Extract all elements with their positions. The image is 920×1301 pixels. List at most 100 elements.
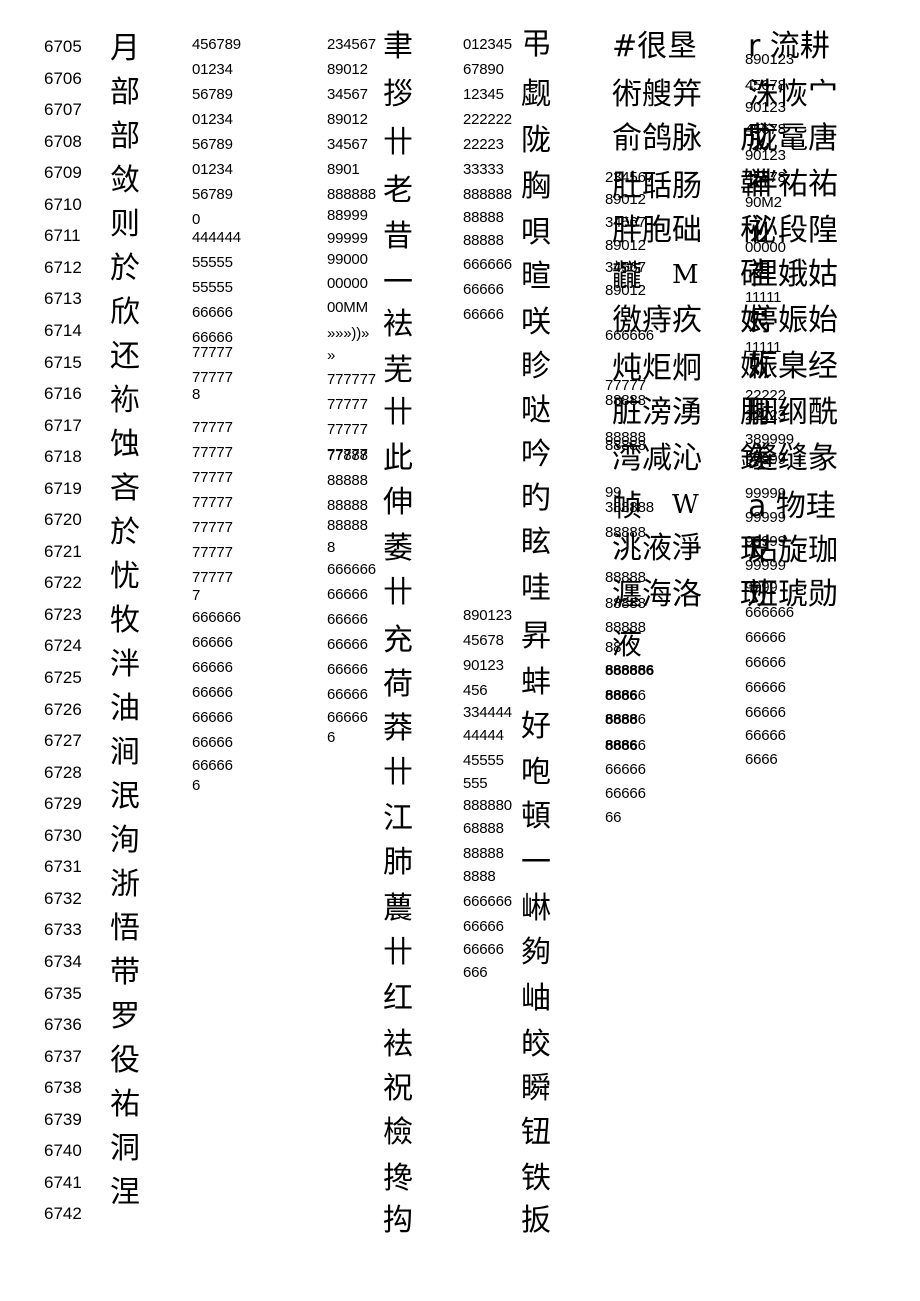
cjk-glyph: 胴	[740, 395, 770, 430]
digit-run: 00000	[327, 275, 368, 292]
digit-run: 666	[463, 964, 488, 981]
cjk-glyph: 红	[383, 981, 413, 1016]
cjk-glyph: 抅	[383, 1203, 413, 1238]
cjk-glyph: 卄	[383, 935, 413, 970]
digit-run: 456	[463, 682, 488, 699]
digit-run: 66666	[745, 679, 786, 696]
digit-run: 666666	[327, 561, 376, 578]
cjk-glyph: 伸	[383, 485, 413, 520]
digit-run: 01234	[192, 161, 233, 178]
digit-run: 88999	[327, 207, 368, 224]
digit-run: 77777	[192, 344, 233, 361]
digit-run: 66666	[327, 586, 368, 603]
cjk-glyph: a 物珪	[748, 489, 836, 524]
cjk-glyph: 月	[110, 31, 140, 66]
cjk-glyph: 部	[110, 75, 140, 110]
cjk-glyph: 咲	[521, 305, 551, 340]
digit-run: 99999	[327, 230, 368, 247]
cjk-glyph: 斑	[740, 577, 770, 612]
digit-run: 77888	[327, 447, 368, 464]
line-number: 6726	[44, 699, 82, 719]
cjk-glyph: 江	[383, 801, 413, 836]
digit-run: 66666	[463, 941, 504, 958]
digit-run: 222222	[463, 111, 512, 128]
digit-run: 8	[327, 539, 336, 556]
cjk-glyph: 脏滂湧	[612, 395, 702, 430]
cjk-glyph: 龖	[612, 259, 642, 294]
cjk-glyph: 老	[383, 173, 413, 208]
latin-glyph: M	[672, 260, 699, 290]
line-number: 6722	[44, 573, 82, 593]
cjk-glyph: 吝	[110, 471, 140, 506]
digit-run: 45678	[463, 632, 504, 649]
digit-run: 6	[327, 729, 336, 746]
cjk-glyph: 胖胞础	[612, 213, 702, 248]
digit-run: 34567	[327, 86, 368, 103]
cjk-glyph: 忧	[110, 559, 140, 594]
cjk-glyph: 涅	[110, 1175, 140, 1210]
line-number: 6730	[44, 825, 82, 845]
digit-run: »»»))»	[327, 325, 370, 342]
digit-run: 77777	[192, 444, 233, 461]
line-number: 6736	[44, 1015, 82, 1035]
digit-run: 77777	[192, 569, 233, 586]
digit-run: 55555	[192, 279, 233, 296]
cjk-glyph: 於	[110, 251, 140, 286]
cjk-glyph: 洮液淨	[612, 531, 702, 566]
cjk-glyph: 袮	[110, 383, 140, 418]
line-number: 6729	[44, 794, 82, 814]
cjk-glyph: 胸	[521, 169, 551, 204]
cjk-glyph: 萎	[383, 531, 413, 566]
cjk-glyph: 徼痔疚	[612, 303, 702, 338]
digit-run: 22223	[463, 136, 504, 153]
digit-run: 77777	[192, 519, 233, 536]
digit-run: 66666	[463, 281, 504, 298]
cjk-glyph: 悟	[110, 911, 140, 946]
cjk-glyph: 唄	[521, 215, 551, 250]
line-number: 6717	[44, 415, 82, 435]
cjk-glyph: 芜	[383, 353, 413, 388]
line-number: 6732	[44, 888, 82, 908]
digit-run: 01234	[192, 61, 233, 78]
digit-run: 88888	[463, 845, 504, 862]
digit-run: 666666	[463, 893, 512, 910]
digit-run: 888888	[327, 186, 376, 203]
digit-run: 56789	[192, 136, 233, 153]
cjk-glyph: 此	[383, 441, 413, 476]
cjk-glyph: 袪	[383, 307, 413, 342]
digit-run: 8888	[463, 868, 496, 885]
cjk-glyph: 陇	[521, 123, 551, 158]
line-number: 6705	[44, 37, 82, 56]
cjk-glyph: 一	[521, 845, 551, 880]
cjk-glyph: 觑	[521, 77, 551, 112]
cjk-glyph: 部	[110, 119, 140, 154]
latin-glyph: W	[672, 490, 699, 520]
line-number: 6714	[44, 320, 82, 340]
cjk-glyph: 搀	[383, 1161, 413, 1196]
cjk-glyph: 硅	[740, 257, 770, 292]
cjk-glyph: 眕	[521, 349, 551, 384]
digit-run: 8	[192, 386, 201, 403]
digit-run: 66666	[327, 611, 368, 628]
line-number: 6734	[44, 951, 82, 971]
digit-run: 890123	[463, 607, 512, 624]
line-number: 6742	[44, 1204, 82, 1224]
cjk-glyph: 扳	[521, 1203, 551, 1238]
cjk-glyph: 油	[110, 691, 140, 726]
digit-run: 34567	[327, 136, 368, 153]
digit-run: 55555	[192, 254, 233, 271]
digit-run: 8888	[605, 711, 638, 728]
cjk-glyph: 哇	[521, 571, 551, 606]
digit-run: 66666	[327, 661, 368, 678]
cjk-glyph: 玻	[740, 533, 770, 568]
digit-run: 66666	[192, 709, 233, 726]
cjk-glyph: 韡	[740, 167, 770, 202]
digit-run: 66666	[463, 918, 504, 935]
cjk-glyph: 卄	[383, 125, 413, 160]
cjk-glyph: 洵	[110, 823, 140, 858]
digit-run: 77777	[327, 396, 368, 413]
cjk-glyph: 充	[383, 623, 413, 658]
cjk-glyph: 瀍海洛	[612, 577, 702, 612]
digit-run: 66666	[192, 684, 233, 701]
digit-run: 012345	[463, 36, 512, 53]
